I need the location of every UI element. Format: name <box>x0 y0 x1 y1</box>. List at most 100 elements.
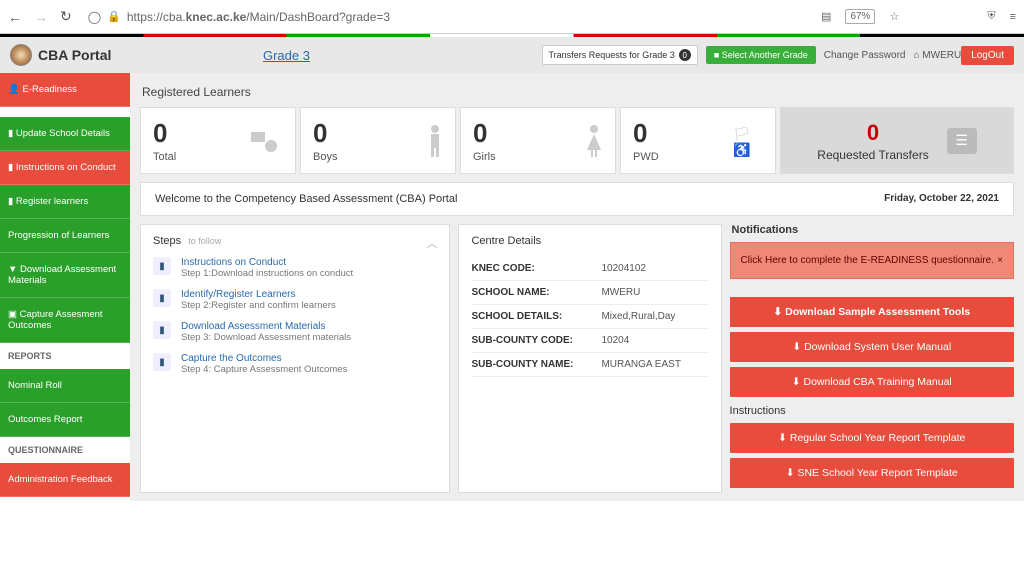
close-icon[interactable]: × <box>997 255 1003 266</box>
menu-icon[interactable]: ≡ <box>1010 11 1016 23</box>
stat-req-num: 0 <box>817 120 928 146</box>
logo-icon <box>10 44 32 66</box>
step-3[interactable]: ▮Download Assessment MaterialsStep 3: Do… <box>153 321 437 343</box>
step-desc: Step 2:Register and confirm learners <box>181 300 336 311</box>
stat-girls-lbl: Girls <box>473 151 496 163</box>
reload-icon[interactable]: ↻ <box>60 8 72 25</box>
stat-boys-num: 0 <box>313 118 337 149</box>
topbar: CBA Portal Grade 3 Transfers Requests fo… <box>0 37 1024 73</box>
transfers-label: Transfers Requests for Grade 3 <box>549 50 675 60</box>
url-suffix: /Main/DashBoard?grade=3 <box>246 10 390 24</box>
select-another-label: Select Another Grade <box>722 50 808 60</box>
zoom-level[interactable]: 67% <box>845 9 875 24</box>
centre-card: Centre Details KNEC CODE:10204102 SCHOOL… <box>458 224 721 493</box>
stat-total-num: 0 <box>153 118 176 149</box>
sidebar-item-instructions[interactable]: ▮ Instructions on Conduct <box>0 151 130 185</box>
step-2[interactable]: ▮ Identify/Register LearnersStep 2:Regist… <box>153 289 437 311</box>
stats-row: 0Total 0Boys 0 Girls 0PWD 🏳♿ 0Requested T… <box>140 107 1014 174</box>
logo-wrap: CBA Portal <box>10 44 111 66</box>
sidebar-label: Progression of Learners <box>8 230 109 241</box>
chevron-up-icon[interactable]: ︿ <box>426 235 437 251</box>
sidebar-label: E-Readiness <box>22 84 76 95</box>
sidebar: 👤 E-Readiness ▮ Update School Details ▮ … <box>0 73 130 501</box>
ereadiness-alert[interactable]: Click Here to complete the E-READINESS q… <box>730 242 1014 279</box>
file-icon: ▮ <box>8 162 16 173</box>
download-icon: ⬇ <box>792 341 804 353</box>
file-icon: ▮ <box>8 128 16 139</box>
forward-icon[interactable]: → <box>34 9 48 25</box>
sidebar-item-nominal-roll[interactable]: Nominal Roll <box>0 369 130 403</box>
sidebar-heading-reports: REPORTS <box>0 343 130 369</box>
kv-val: Mixed,Rural,Day <box>601 311 675 322</box>
lock-icon: 🔒 <box>107 10 121 23</box>
stat-total: 0Total <box>140 107 296 174</box>
kv-key: SUB-COUNTY NAME: <box>471 359 601 370</box>
capture-icon: ▣ <box>8 309 20 320</box>
registered-learners-title: Registered Learners <box>142 85 1014 99</box>
select-another-grade-button[interactable]: ■ Select Another Grade <box>706 46 816 64</box>
accessibility-icon: 🏳♿ <box>733 124 763 157</box>
welcome-bar: Welcome to the Competency Based Assessme… <box>140 182 1014 216</box>
stat-pwd: 0PWD 🏳♿ <box>620 107 776 174</box>
kv-key: KNEC CODE: <box>471 263 601 274</box>
shield2-icon[interactable]: ⛨ <box>987 10 995 23</box>
download-training-manual-button[interactable]: ⬇ Download CBA Training Manual <box>730 367 1014 397</box>
sidebar-label: Instructions on Conduct <box>16 162 116 173</box>
download-icon: ⬇ <box>778 432 790 444</box>
notif-column: Notifications Click Here to complete the… <box>730 224 1014 493</box>
dl-label: Download CBA Training Manual <box>803 376 951 388</box>
kv-school-details: SCHOOL DETAILS:Mixed,Rural,Day <box>471 305 708 329</box>
kv-key: SCHOOL DETAILS: <box>471 311 601 322</box>
transfers-requests[interactable]: Transfers Requests for Grade 3 0 <box>542 45 698 65</box>
kv-key: SUB-COUNTY CODE: <box>471 335 601 346</box>
sidebar-item-download-materials[interactable]: ▼ Download Assessment Materials <box>0 253 130 298</box>
url-bar[interactable]: ◯ 🔒 https://cba.knec.ac.ke/Main/DashBoar… <box>82 10 811 24</box>
grade-link[interactable]: Grade 3 <box>263 48 310 63</box>
kv-val: 10204 <box>601 335 629 346</box>
sidebar-label: Register learners <box>16 196 88 207</box>
svg-text:🏳: 🏳 <box>733 127 751 142</box>
step-1[interactable]: ▮Instructions on ConductStep 1:Download … <box>153 257 437 279</box>
user-link[interactable]: ⌂ MWERU <box>913 50 961 61</box>
step-4[interactable]: ▮Capture the OutcomesStep 4: Capture Ass… <box>153 353 437 375</box>
url-domain: knec.ac.ke <box>186 10 247 24</box>
download-icon: ⬇ <box>773 306 785 318</box>
stat-boys: 0Boys <box>300 107 456 174</box>
step-title: Instructions on Conduct <box>181 257 353 268</box>
notif-title: Notifications <box>732 224 1014 236</box>
sidebar-item-admin-feedback[interactable]: Administration Feedback <box>0 463 130 497</box>
star-icon[interactable]: ☆ <box>889 10 899 23</box>
reader-icon[interactable]: ▤ <box>821 10 831 23</box>
centre-title: Centre Details <box>471 235 708 247</box>
change-password-link[interactable]: Change Password <box>824 50 906 61</box>
kv-subcounty-name: SUB-COUNTY NAME:MURANGA EAST <box>471 353 708 377</box>
sne-template-button[interactable]: ⬇ SNE School Year Report Template <box>730 458 1014 488</box>
download-sample-tools-button[interactable]: ⬇ Download Sample Assessment Tools <box>730 297 1014 327</box>
doc-icon: ▮ <box>153 353 171 371</box>
sidebar-item-outcomes-report[interactable]: Outcomes Report <box>0 403 130 437</box>
kv-key: SCHOOL NAME: <box>471 287 601 298</box>
sidebar-item-update-school[interactable]: ▮ Update School Details <box>0 117 130 151</box>
main-content: Registered Learners 0Total 0Boys 0 Girls … <box>130 73 1024 501</box>
regular-template-button[interactable]: ⬇ Regular School Year Report Template <box>730 423 1014 453</box>
sidebar-item-register[interactable]: ▮ Register learners <box>0 185 130 219</box>
file-icon: ▮ <box>8 196 16 207</box>
sidebar-label: Capture Assesment Outcomes <box>8 309 103 331</box>
sidebar-heading-questionnaire: QUESTIONNAIRE <box>0 437 130 463</box>
back-icon[interactable]: ← <box>8 9 22 25</box>
logout-button[interactable]: LogOut <box>961 46 1014 65</box>
home-icon: ⌂ <box>913 50 919 61</box>
steps-subtitle: to follow <box>188 236 221 246</box>
welcome-date: Friday, October 22, 2021 <box>884 193 999 205</box>
doc-icon: ▮ <box>153 289 171 307</box>
sidebar-item-progression[interactable]: Progression of Learners <box>0 219 130 253</box>
dl-label: SNE School Year Report Template <box>797 467 957 479</box>
stat-requested-transfers[interactable]: 0Requested Transfers ☰ <box>780 107 1014 174</box>
url-prefix: https://cba. <box>127 10 186 24</box>
dl-label: Download Sample Assessment Tools <box>785 306 970 318</box>
step-title: Download Assessment Materials <box>181 321 351 332</box>
step-title: Identify/Register Learners <box>181 289 336 300</box>
download-user-manual-button[interactable]: ⬇ Download System User Manual <box>730 332 1014 362</box>
sidebar-item-capture-outcomes[interactable]: ▣ Capture Assesment Outcomes <box>0 298 130 343</box>
sidebar-item-ereadiness[interactable]: 👤 E-Readiness <box>0 73 130 107</box>
